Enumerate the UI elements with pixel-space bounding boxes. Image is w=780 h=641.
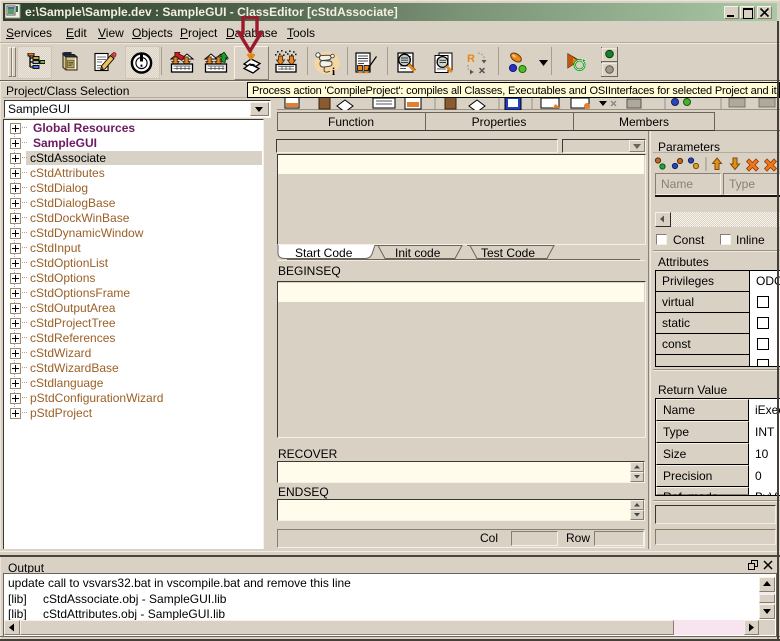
svg-text:R: R: [467, 53, 475, 65]
svg-text:i: i: [332, 66, 335, 76]
